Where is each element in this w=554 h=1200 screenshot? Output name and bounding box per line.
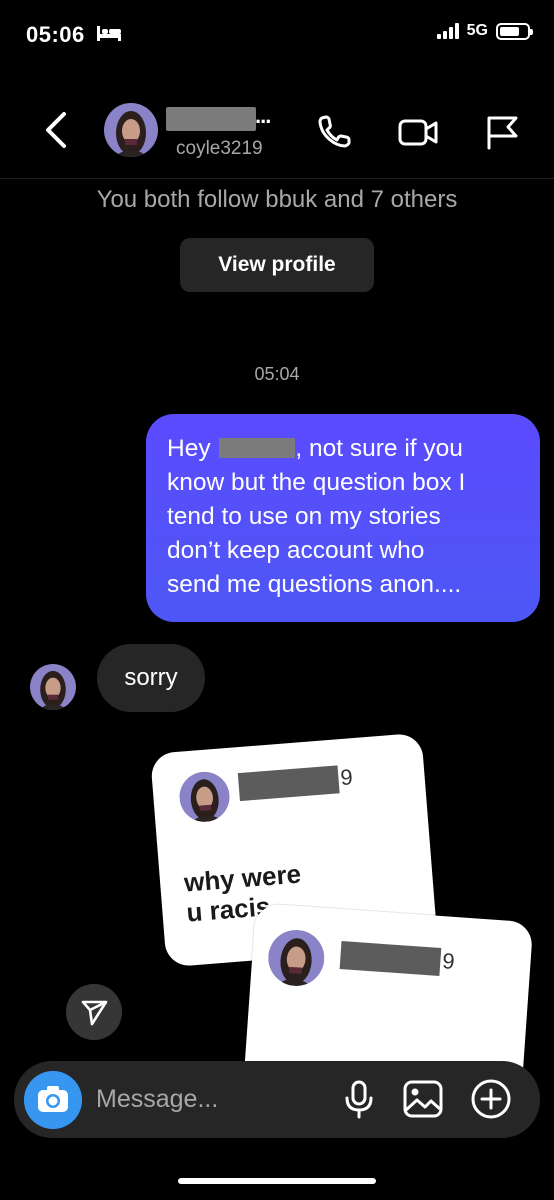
header-divider [0, 178, 554, 179]
camera-icon[interactable] [24, 1071, 82, 1129]
card-username-tail: 9 [441, 948, 456, 974]
outgoing-message-bubble[interactable]: Hey , not sure if you know but the quest… [146, 414, 540, 622]
view-profile-button[interactable]: View profile [180, 238, 374, 292]
phone-icon[interactable] [312, 110, 356, 154]
redacted-name [219, 438, 296, 458]
outgoing-line-2: know but the question box I [167, 469, 466, 496]
card-username-tail: 9 [339, 764, 354, 791]
sender-avatar[interactable] [30, 664, 76, 710]
microphone-icon[interactable] [336, 1076, 382, 1122]
outgoing-line-1: Hey , not sure if you [167, 435, 463, 462]
home-indicator [178, 1178, 376, 1184]
network-type: 5G [466, 22, 488, 39]
card-username-redacted [339, 941, 442, 976]
bed-icon [97, 26, 121, 41]
status-indicators: 5G [436, 22, 533, 40]
outgoing-line-5: send me questions anon.... [167, 571, 462, 598]
contact-name-redacted [166, 107, 256, 131]
incoming-message-bubble[interactable]: sorry [97, 644, 205, 712]
contact-avatar[interactable] [104, 103, 158, 157]
card-username-redacted [237, 765, 340, 802]
card-avatar [266, 928, 327, 988]
message-input[interactable] [96, 1078, 326, 1120]
status-time: 05:06 [26, 22, 85, 47]
battery-icon [496, 22, 533, 40]
signal-icon [436, 23, 459, 39]
contact-username[interactable]: coyle3219 [176, 138, 263, 160]
share-send-icon[interactable] [66, 984, 122, 1040]
message-timestamp: 05:04 [254, 364, 300, 384]
report-flag-icon[interactable] [480, 110, 524, 154]
contact-name-ellipsis: ... [255, 103, 271, 128]
video-call-icon[interactable] [396, 110, 440, 154]
mutual-follow-text: You both follow bbuk and 7 others [96, 186, 458, 213]
outgoing-line-3: tend to use on my stories [167, 503, 441, 530]
gallery-icon[interactable] [400, 1076, 446, 1122]
back-icon[interactable] [36, 108, 76, 152]
card-avatar [177, 769, 232, 824]
add-icon[interactable] [468, 1076, 514, 1122]
outgoing-line-4: don’t keep account who [167, 537, 425, 564]
